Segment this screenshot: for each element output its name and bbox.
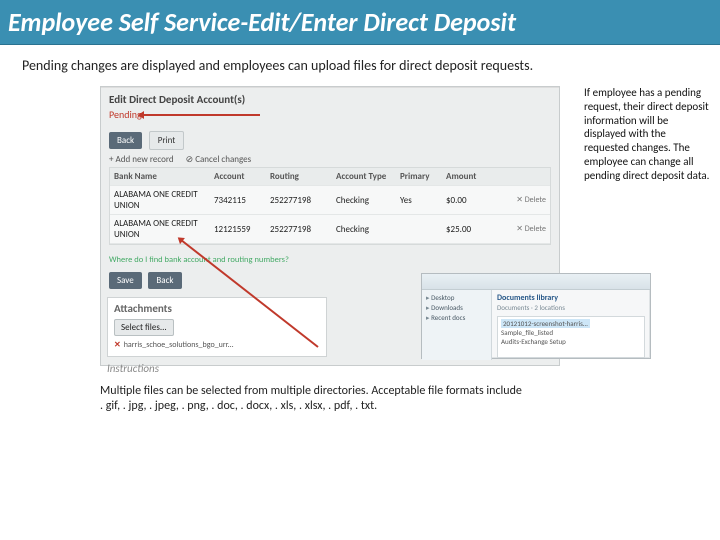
- stage: Edit Direct Deposit Account(s) Pending B…: [0, 80, 720, 510]
- delete-link[interactable]: ✕ Delete: [490, 224, 546, 234]
- cell-routing: 252277198: [270, 195, 336, 206]
- sidebar-item[interactable]: Downloads: [426, 303, 487, 313]
- instructions-heading: Instructions: [107, 362, 159, 375]
- cell-type: Checking: [336, 195, 400, 206]
- sidebar-item[interactable]: Recent docs: [426, 313, 487, 323]
- cell-routing: 252277198: [270, 224, 336, 235]
- add-record-link[interactable]: + Add new record: [109, 154, 174, 165]
- cell-bank: ALABAMA ONE CREDIT UNION: [114, 189, 214, 211]
- page-title: Employee Self Service-Edit/Enter Direct …: [0, 0, 720, 45]
- app-screenshot: Edit Direct Deposit Account(s) Pending B…: [100, 86, 560, 366]
- sidebar-item[interactable]: Desktop: [426, 293, 487, 303]
- save-button[interactable]: Save: [109, 272, 142, 289]
- cell-type: Checking: [336, 224, 400, 235]
- bottom-caption: Multiple files can be selected from mult…: [100, 384, 600, 414]
- cell-account: 7342115: [214, 195, 270, 206]
- remove-file-icon[interactable]: ✕: [114, 340, 121, 350]
- screenshot-header: Edit Direct Deposit Account(s) Pending: [101, 87, 559, 123]
- file-dialog[interactable]: Desktop Downloads Recent docs Documents …: [421, 273, 651, 359]
- attachments-heading: Attachments: [114, 302, 320, 315]
- dialog-body: Desktop Downloads Recent docs Documents …: [422, 290, 650, 360]
- cancel-changes-link[interactable]: ⊘ Cancel changes: [186, 154, 252, 165]
- library-title: Documents library: [497, 293, 645, 303]
- subtoolbar: + Add new record ⊘ Cancel changes: [109, 154, 551, 165]
- toolbar: Back Print: [109, 129, 551, 150]
- file-list[interactable]: 20121012-screenshot-harris… Sample_file_…: [497, 316, 645, 358]
- back-button[interactable]: Back: [109, 132, 142, 149]
- cell-bank: ALABAMA ONE CREDIT UNION: [114, 218, 214, 240]
- help-link[interactable]: Where do I find bank account and routing…: [109, 255, 551, 265]
- delete-link[interactable]: ✕ Delete: [490, 195, 546, 205]
- library-subtitle: Documents · 2 locations: [497, 303, 645, 312]
- dialog-main: Documents library Documents · 2 location…: [492, 290, 650, 360]
- callout-arrow: [140, 114, 260, 116]
- col-amount: Amount: [446, 171, 490, 182]
- caption-line: Multiple files can be selected from mult…: [100, 384, 600, 399]
- panel-title: Edit Direct Deposit Account(s): [109, 93, 551, 106]
- intro-text: Pending changes are displayed and employ…: [0, 45, 720, 80]
- caption-line: . gif, . jpg, . jpeg, . png, . doc, . do…: [100, 399, 600, 414]
- print-button[interactable]: Print: [149, 131, 185, 150]
- table-row[interactable]: ALABAMA ONE CREDIT UNION 7342115 2522771…: [110, 186, 550, 215]
- select-files-button[interactable]: Select files...: [114, 319, 174, 336]
- attached-file: ✕ harris_schoe_solutions_bgo_urr...: [114, 340, 320, 350]
- file-item[interactable]: 20121012-screenshot-harris…: [501, 319, 590, 328]
- cell-primary: Yes: [400, 195, 446, 206]
- col-type: Account Type: [336, 171, 400, 182]
- col-account: Account: [214, 171, 270, 182]
- file-item[interactable]: Audits-Exchange Setup: [501, 337, 641, 346]
- cell-amount: $25.00: [446, 224, 490, 235]
- cell-amount: $0.00: [446, 195, 490, 206]
- side-annotation: If employee has a pending request, their…: [584, 86, 712, 182]
- file-name: harris_schoe_solutions_bgo_urr...: [124, 340, 234, 350]
- col-primary: Primary: [400, 171, 446, 182]
- dialog-sidebar: Desktop Downloads Recent docs: [422, 290, 492, 360]
- dialog-titlebar: [422, 274, 650, 290]
- col-bank: Bank Name: [114, 171, 214, 182]
- back-button-lower[interactable]: Back: [148, 272, 181, 289]
- cell-account: 12121559: [214, 224, 270, 235]
- col-routing: Routing: [270, 171, 336, 182]
- table-header: Bank Name Account Routing Account Type P…: [110, 168, 550, 186]
- file-item[interactable]: Sample_file_listed: [501, 328, 641, 337]
